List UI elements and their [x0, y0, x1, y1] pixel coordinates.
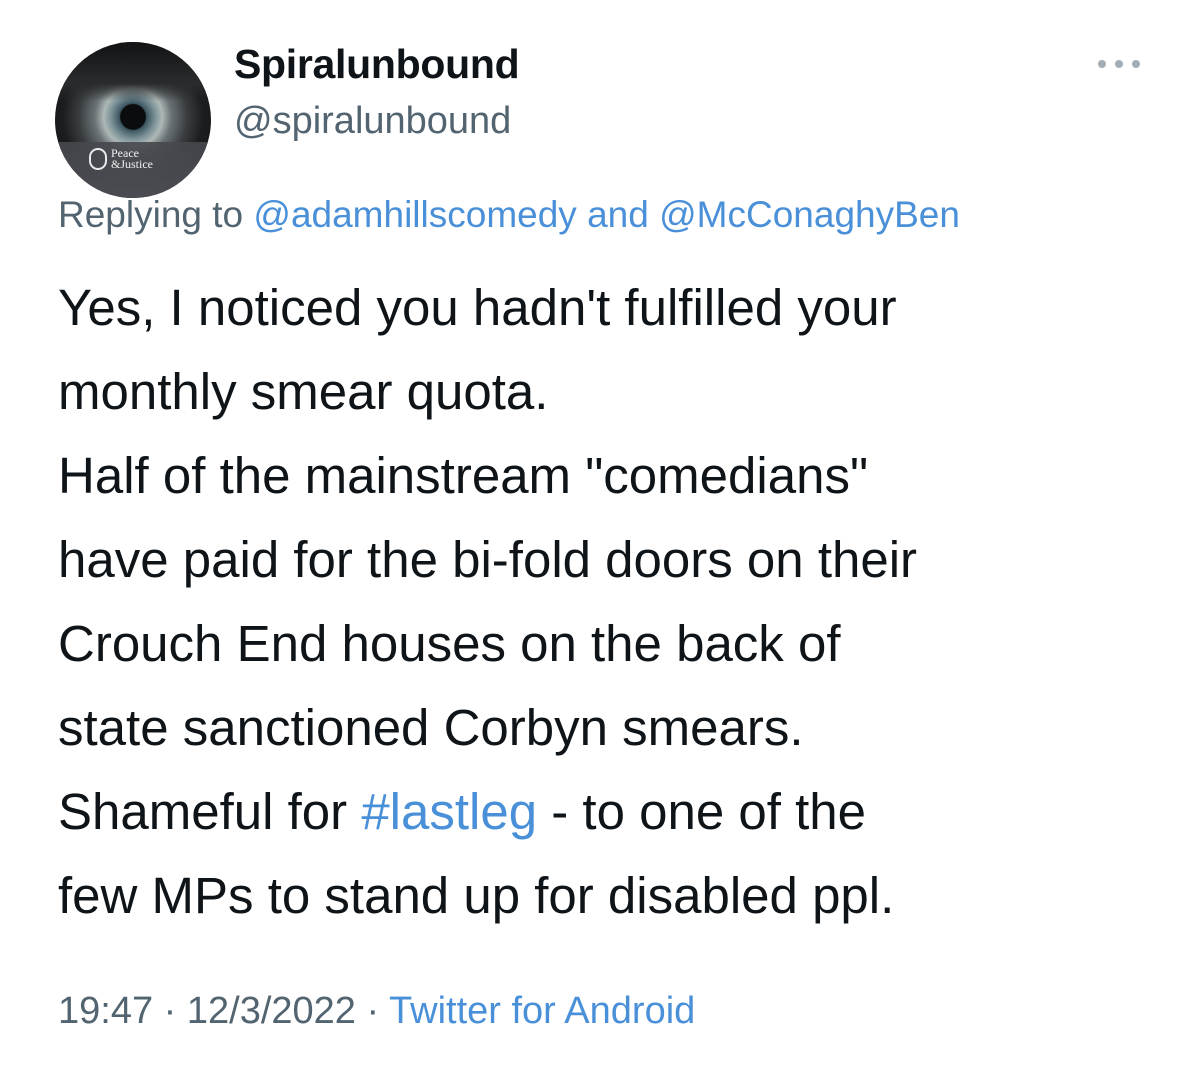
tweet-line-hashtag: Shameful for #lastleg - to one of the [58, 770, 1178, 854]
tweet-text-segment: Shameful for [58, 783, 362, 840]
avatar[interactable]: Peace &Justice [55, 42, 211, 198]
peace-justice-logo-icon [89, 148, 107, 170]
replying-prefix: Replying to [58, 194, 244, 235]
tweet-line: Yes, I noticed you hadn't fulfilled your [58, 279, 897, 336]
reply-mention-adamhillscomedy[interactable]: @adamhillscomedy [253, 194, 576, 235]
tweet-line: have paid for the bi-fold doors on their [58, 531, 918, 588]
hashtag-lastleg[interactable]: #lastleg [361, 783, 537, 840]
badge-text: Peace &Justice [111, 146, 153, 171]
tweet-line: state sanctioned Corbyn smears. [58, 699, 804, 756]
display-name[interactable]: Spiralunbound [234, 41, 520, 88]
tweet-metadata: 19:47 · 12/3/2022 · Twitter for Android [58, 990, 695, 1033]
meta-separator: · [366, 990, 380, 1032]
more-dot [1115, 60, 1123, 68]
tweet-date[interactable]: 12/3/2022 [187, 990, 356, 1032]
tweet-text-segment: - to one of the [537, 783, 866, 840]
tweet-source[interactable]: Twitter for Android [389, 990, 695, 1032]
reply-joiner: and [587, 194, 649, 235]
tweet-line: Crouch End houses on the back of [58, 615, 841, 672]
tweet-line: Half of the mainstream "comedians" [58, 447, 869, 504]
more-dot [1132, 60, 1140, 68]
reply-mention-mcconaghyben[interactable]: @McConaghyBen [659, 194, 960, 235]
peace-justice-badge: Peace &Justice [89, 146, 153, 171]
tweet-line: few MPs to stand up for disabled ppl. [58, 867, 895, 924]
tweet-text: Yes, I noticed you hadn't fulfilled your… [58, 266, 1178, 938]
more-horizontal-icon[interactable] [1098, 52, 1140, 76]
tweet-line: monthly smear quota. [58, 363, 549, 420]
avatar-eyelid [55, 42, 211, 102]
meta-separator: · [163, 990, 177, 1032]
tweet-time[interactable]: 19:47 [58, 990, 153, 1032]
more-dot [1098, 60, 1106, 68]
user-handle[interactable]: @spiralunbound [234, 100, 511, 143]
replying-to: Replying to @adamhillscomedy and @McCona… [58, 194, 960, 236]
